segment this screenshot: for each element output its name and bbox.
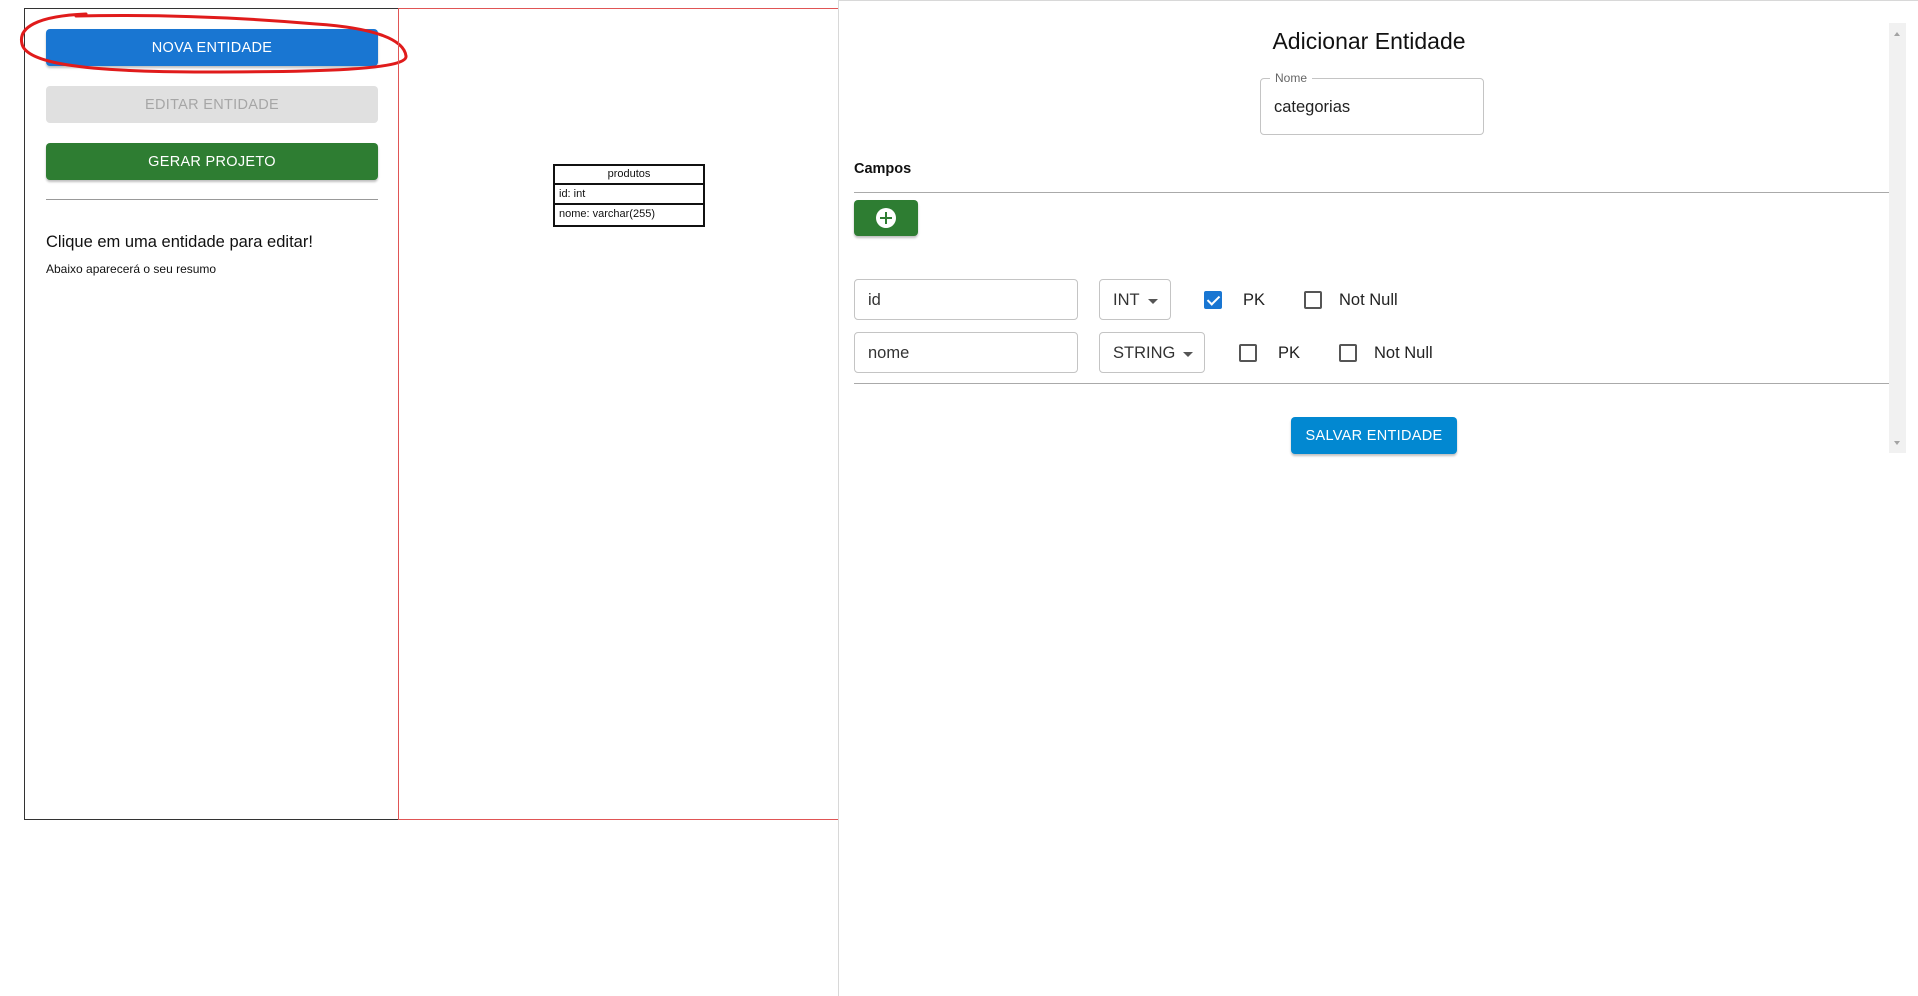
save-entity-button[interactable]: SALVAR ENTIDADE [1291, 417, 1457, 454]
entity-card-produtos[interactable]: produtos id: int nome: varchar(255) [553, 164, 705, 227]
pk-label: PK [1243, 291, 1266, 309]
pk-label: PK [1278, 344, 1301, 362]
not-null-checkbox[interactable] [1304, 291, 1322, 309]
field-name-input[interactable]: id [854, 279, 1078, 320]
fields-divider [854, 383, 1899, 384]
scrollbar[interactable] [1889, 23, 1906, 453]
entity-field: id: int [555, 185, 703, 205]
add-circle-icon [876, 208, 896, 228]
section-divider [854, 192, 1899, 193]
add-field-button[interactable] [854, 200, 918, 236]
field-name-input[interactable]: nome [854, 332, 1078, 373]
fields-section-title: Campos [854, 161, 912, 177]
hint-title: Clique em uma entidade para editar! [46, 233, 313, 251]
add-entity-dialog: Adicionar Entidade Nome categorias Campo… [838, 0, 1918, 996]
not-null-label: Not Null [1374, 344, 1433, 362]
field-type-value: STRING [1113, 344, 1176, 362]
dialog-title: Adicionar Entidade [1272, 28, 1466, 54]
side-panel: NOVA ENTIDADE EDITAR ENTIDADE GERAR PROJ… [24, 8, 399, 820]
pk-checkbox[interactable] [1204, 291, 1222, 309]
sidebar-divider [46, 199, 378, 200]
edit-entity-button[interactable]: EDITAR ENTIDADE [46, 86, 378, 123]
field-name-value: nome [868, 344, 910, 362]
hint-subtitle: Abaixo aparecerá o seu resumo [46, 262, 217, 276]
pk-checkbox[interactable] [1239, 344, 1257, 362]
field-type-value: INT [1113, 291, 1140, 309]
not-null-label: Not Null [1339, 291, 1398, 309]
new-entity-button[interactable]: NOVA ENTIDADE [46, 29, 378, 66]
entity-name-value: categorias [1274, 98, 1351, 116]
field-name-value: id [868, 291, 881, 309]
scroll-down-arrow-icon[interactable] [1894, 441, 1900, 445]
chevron-down-icon [1183, 352, 1193, 357]
entity-title: produtos [555, 166, 703, 185]
entity-name-label: Nome [1270, 71, 1313, 85]
entity-name-field[interactable]: Nome categorias [1260, 71, 1484, 135]
generate-project-button[interactable]: GERAR PROJETO [46, 143, 378, 180]
field-type-select[interactable]: INT [1099, 279, 1171, 320]
entity-field: nome: varchar(255) [559, 208, 655, 220]
field-type-select[interactable]: STRING [1099, 332, 1205, 373]
scroll-up-arrow-icon[interactable] [1894, 32, 1900, 36]
not-null-checkbox[interactable] [1339, 344, 1357, 362]
chevron-down-icon [1148, 299, 1158, 304]
diagram-canvas[interactable]: produtos id: int nome: varchar(255) [398, 8, 838, 820]
